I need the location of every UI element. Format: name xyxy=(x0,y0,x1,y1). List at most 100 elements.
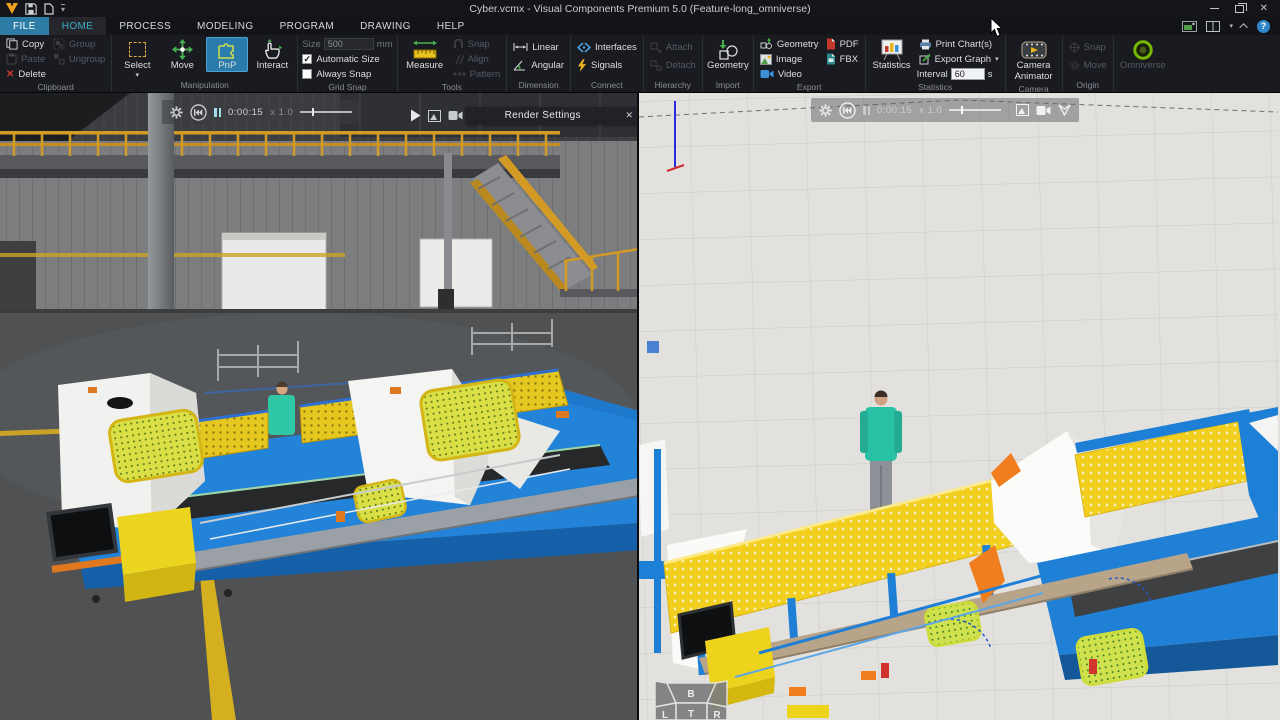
tab-process[interactable]: PROCESS xyxy=(106,17,184,35)
render-settings-close-button[interactable]: ✕ xyxy=(619,110,637,121)
render-button[interactable] xyxy=(1058,104,1071,116)
layout-caret[interactable]: ▾ xyxy=(1229,22,1233,30)
tab-home[interactable]: HOME xyxy=(48,17,107,35)
tab-modeling[interactable]: MODELING xyxy=(184,17,267,35)
omniverse-button[interactable]: Omniverse xyxy=(1118,37,1168,72)
export-graph-caret[interactable]: ▾ xyxy=(995,56,999,63)
render-viewport[interactable]: 0:00:15 x 1.0 Render Settings ✕ xyxy=(0,93,639,720)
size-label: Size xyxy=(302,38,321,50)
attach-icon xyxy=(650,42,662,53)
grid-size-input[interactable] xyxy=(323,38,374,50)
export-image-button[interactable] xyxy=(428,109,441,122)
close-button[interactable]: ✕ xyxy=(1260,3,1268,14)
select-caret[interactable]: ▾ xyxy=(136,72,140,79)
group-caption xyxy=(1118,89,1168,92)
viewport-playback-bar: 0:00:15 x 1.0 xyxy=(811,98,1080,122)
export-graph-icon xyxy=(919,53,931,64)
group-icon xyxy=(53,38,65,50)
paste-icon xyxy=(6,53,17,65)
align-button: Align xyxy=(451,52,503,66)
export-image-button[interactable] xyxy=(1016,104,1030,116)
tab-file[interactable]: FILE xyxy=(0,17,49,35)
play-button[interactable] xyxy=(410,109,421,122)
group-caption: Manipulation xyxy=(180,80,229,90)
export-video-button[interactable]: Video xyxy=(758,67,821,81)
camera-animator-button[interactable]: Camera Animator xyxy=(1010,37,1058,83)
ungroup-icon xyxy=(53,54,65,65)
size-unit: mm xyxy=(376,38,393,50)
interfaces-button[interactable]: Interfaces xyxy=(575,40,639,54)
angular-dimension-button[interactable]: Angular xyxy=(511,58,566,72)
always-snap-checkbox[interactable]: Always Snap xyxy=(302,67,392,81)
linear-dimension-button[interactable]: Linear xyxy=(511,40,566,54)
viewport-area: 0:00:15 x 1.0 Render Settings ✕ B L T R … xyxy=(0,93,1280,720)
tab-help[interactable]: HELP xyxy=(424,17,478,35)
group-button: Group xyxy=(51,37,107,51)
ribbon-tab-row: FILE HOME PROCESS MODELING PROGRAM DRAWI… xyxy=(0,17,1280,35)
interval-input[interactable] xyxy=(950,68,985,80)
collapse-ribbon-button[interactable] xyxy=(1239,23,1248,32)
automatic-size-checkbox[interactable]: ✓ Automatic Size xyxy=(302,52,392,66)
origin-move-icon xyxy=(1069,60,1079,70)
main-3d-viewport[interactable]: B L T R 0:00:15 x 1.0 xyxy=(639,93,1280,720)
save-button[interactable] xyxy=(25,2,37,15)
interact-icon xyxy=(265,39,283,59)
speed-slider[interactable] xyxy=(300,108,353,116)
import-geometry-button[interactable]: Geometry xyxy=(707,37,749,72)
quick-access-caret[interactable]: ▾ xyxy=(61,3,66,14)
group-caption: Origin xyxy=(1076,80,1100,90)
minimize-button[interactable] xyxy=(1209,8,1219,9)
screenshot-button[interactable] xyxy=(1182,20,1198,32)
playback-settings-button[interactable] xyxy=(170,105,183,119)
pnp-button[interactable]: PnP xyxy=(206,37,249,72)
layout-button[interactable] xyxy=(1206,20,1221,32)
interact-button[interactable]: Interact xyxy=(251,37,293,72)
render-settings-title: Render Settings xyxy=(504,110,581,121)
application-window: ▾ Cyber.vcmx - Visual Components Premium… xyxy=(0,0,1280,720)
fbx-icon xyxy=(826,53,835,65)
statistics-button[interactable]: Statistics xyxy=(870,37,914,72)
tab-row-right-tools: ▾ ? xyxy=(1182,17,1280,35)
export-geometry-button[interactable]: Geometry xyxy=(758,37,821,51)
ungroup-button: Ungroup xyxy=(51,52,107,66)
group-caption: Dimension xyxy=(518,80,559,90)
select-icon xyxy=(128,42,146,57)
pause-button[interactable] xyxy=(214,107,221,117)
export-fbx-button[interactable]: FBX xyxy=(824,52,861,66)
window-controls: ✕ xyxy=(1209,2,1280,14)
record-video-button[interactable] xyxy=(1036,105,1051,116)
select-button[interactable]: Select ▾ xyxy=(116,37,158,79)
help-button[interactable]: ? xyxy=(1257,19,1270,33)
export-image-button[interactable]: Image xyxy=(758,52,821,66)
statistics-icon xyxy=(881,39,903,61)
tab-drawing[interactable]: DRAWING xyxy=(347,17,424,35)
delete-button[interactable]: ✕ Delete xyxy=(4,67,48,81)
reset-simulation-button[interactable] xyxy=(190,103,207,121)
tab-program[interactable]: PROGRAM xyxy=(267,17,347,35)
reset-simulation-button[interactable] xyxy=(839,101,856,119)
move-button[interactable]: Move xyxy=(161,37,203,72)
interval-label: Interval xyxy=(916,68,948,80)
pause-button[interactable] xyxy=(863,105,870,115)
measure-button[interactable]: Measure xyxy=(402,37,448,72)
speed-slider[interactable] xyxy=(949,106,1002,114)
record-video-button[interactable] xyxy=(448,110,463,121)
copy-button[interactable]: Copy xyxy=(4,37,48,51)
export-graph-button[interactable]: Export Graph ▾ xyxy=(917,52,1001,66)
align-icon xyxy=(454,54,464,64)
view-cube[interactable]: B L T R xyxy=(654,680,728,720)
group-caption: Hierarchy xyxy=(654,80,691,90)
signals-button[interactable]: Signals xyxy=(575,58,639,72)
gear-icon xyxy=(170,105,183,119)
export-pdf-button[interactable]: PDF xyxy=(824,37,861,51)
restore-button[interactable] xyxy=(1234,2,1247,13)
render-settings-panel: Render Settings ✕ xyxy=(466,107,637,124)
print-charts-button[interactable]: Print Chart(s) xyxy=(917,37,1001,51)
image-icon xyxy=(759,53,772,65)
playback-settings-button[interactable] xyxy=(819,103,832,117)
ribbon-group-manipulation: Select ▾ Move PnP Interact Manipulation xyxy=(112,35,299,92)
checkbox-unchecked-icon xyxy=(302,69,313,79)
window-title: Cyber.vcmx - Visual Components Premium 5… xyxy=(469,2,811,15)
copy-icon xyxy=(6,38,18,50)
new-file-button[interactable] xyxy=(44,2,54,15)
